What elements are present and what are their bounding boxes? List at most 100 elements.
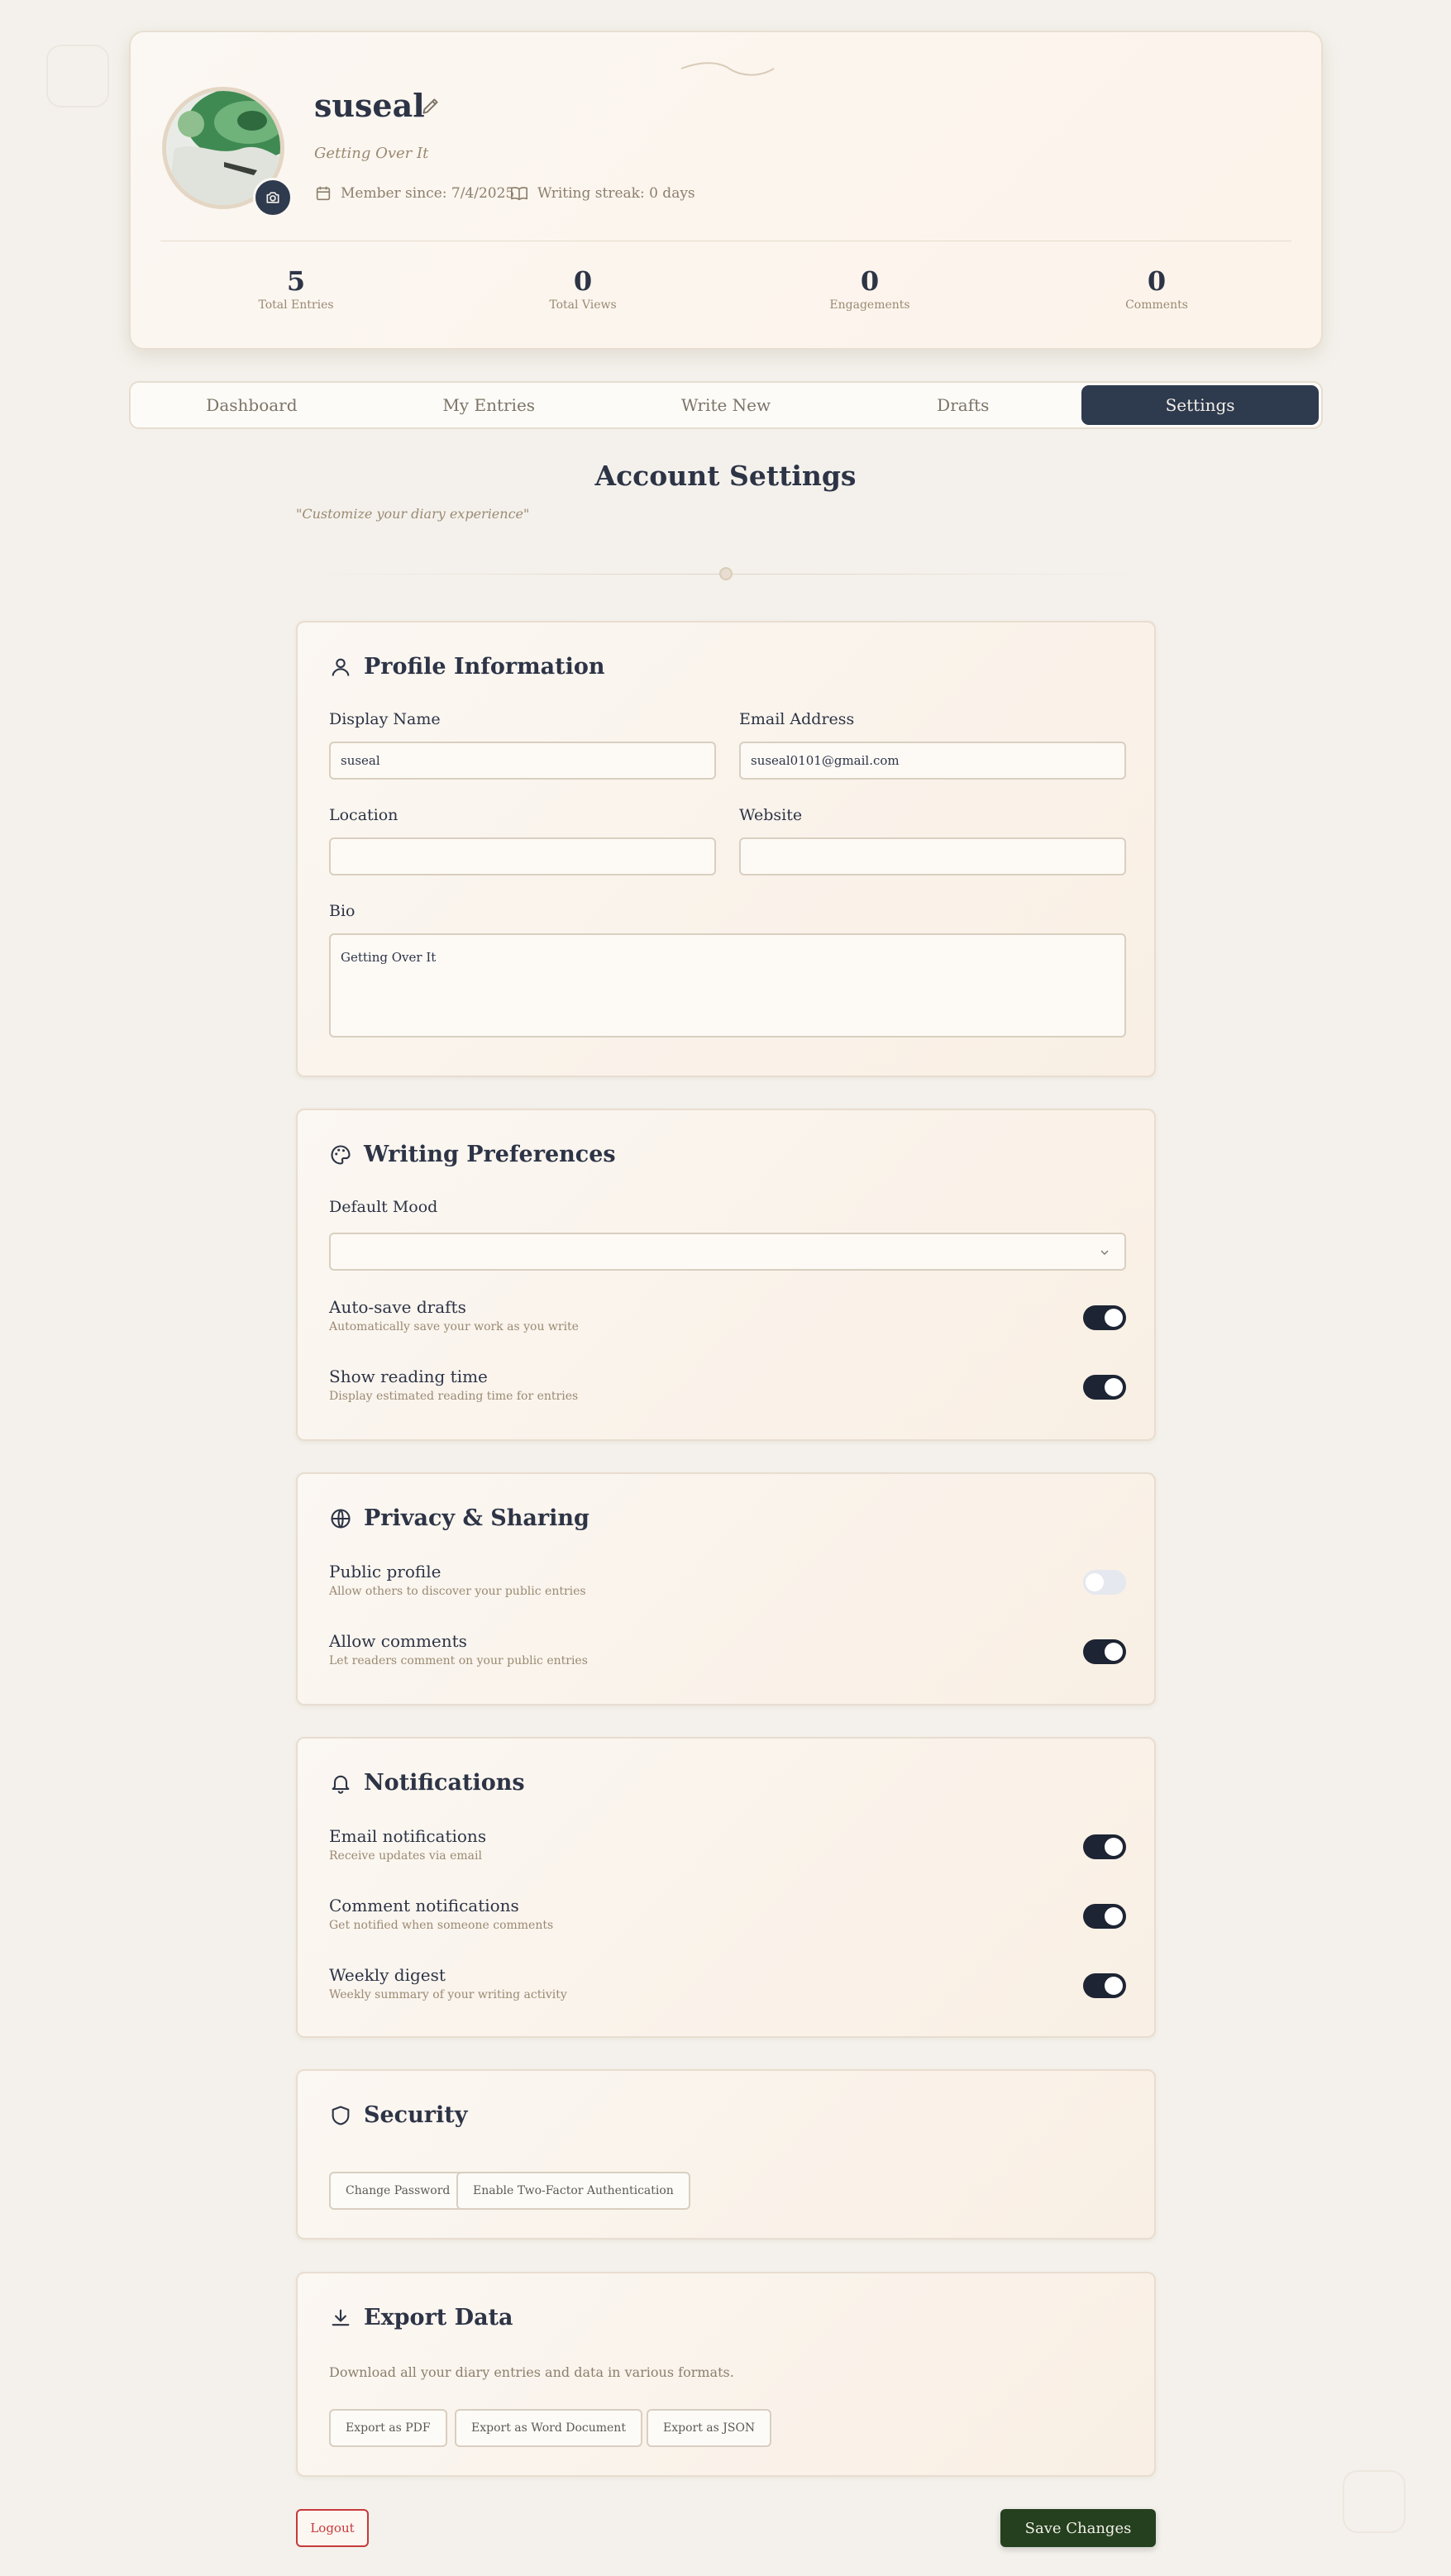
toggle-description: Automatically save your work as you writ… — [329, 1320, 579, 1333]
export-description: Download all your diary entries and data… — [329, 2364, 734, 2380]
tab-write-new[interactable]: Write New — [608, 385, 845, 425]
toggle-row-weekly-digest: Weekly digest Weekly summary of your wri… — [329, 1965, 1126, 2001]
globe-icon — [331, 1508, 351, 1529]
section-title-text: Export Data — [364, 2305, 513, 2330]
section-title-text: Security — [364, 2102, 468, 2128]
profile-tagline: Getting Over It — [314, 145, 429, 162]
camera-icon — [266, 192, 279, 203]
pencil-icon[interactable] — [420, 95, 442, 117]
username: suseal — [314, 87, 425, 124]
display-name-input[interactable]: suseal — [329, 742, 716, 780]
stat-label: Total Entries — [258, 298, 334, 312]
tab-my-entries[interactable]: My Entries — [370, 385, 608, 425]
location-input[interactable] — [329, 837, 716, 875]
reading-time-toggle[interactable] — [1083, 1375, 1126, 1400]
bell-icon — [332, 1775, 350, 1794]
public-profile-toggle[interactable] — [1083, 1570, 1126, 1595]
swirl-ornament — [680, 62, 775, 76]
section-title: Notifications — [329, 1770, 525, 1796]
section-title: Writing Preferences — [329, 1142, 616, 1167]
privacy-sharing-card: Privacy & Sharing Public profile Allow o… — [296, 1472, 1156, 1705]
change-avatar-button[interactable] — [253, 178, 293, 217]
logout-button[interactable]: Logout — [296, 2509, 369, 2547]
toggle-description: Weekly summary of your writing activity — [329, 1988, 567, 2001]
toggle-description: Allow others to discover your public ent… — [329, 1585, 586, 1598]
toggle-row-auto-save: Auto-save drafts Automatically save your… — [329, 1297, 1126, 1333]
section-title: Privacy & Sharing — [329, 1505, 589, 1531]
member-since-text: Member since: 7/4/2025 — [341, 185, 515, 202]
toggle-label: Comment notifications — [329, 1896, 519, 1915]
stat-value: 0 — [573, 265, 593, 297]
tab-settings[interactable]: Settings — [1081, 385, 1319, 425]
enable-2fa-button[interactable]: Enable Two-Factor Authentication — [456, 2172, 690, 2210]
toggle-description: Let readers comment on your public entri… — [329, 1654, 588, 1667]
toggle-row-email-notifications: Email notifications Receive updates via … — [329, 1826, 1126, 1863]
stat-engagements: 0 Engagements — [787, 265, 952, 312]
user-icon — [332, 658, 350, 676]
calendar-icon — [316, 186, 331, 201]
writing-streak: Writing streak: 0 days — [509, 184, 695, 203]
stat-total-views: 0 Total Views — [500, 265, 666, 312]
decorative-frame — [1343, 2470, 1406, 2533]
section-title-text: Writing Preferences — [364, 1142, 616, 1167]
save-changes-button[interactable]: Save Changes — [1000, 2509, 1156, 2547]
default-mood-select[interactable] — [329, 1233, 1126, 1271]
default-mood-label: Default Mood — [329, 1198, 438, 1216]
page-title: Account Settings — [594, 460, 857, 492]
toggle-label: Email notifications — [329, 1826, 487, 1846]
tab-dashboard[interactable]: Dashboard — [133, 385, 370, 425]
section-title-text: Privacy & Sharing — [364, 1505, 589, 1531]
change-password-button[interactable]: Change Password — [329, 2172, 467, 2210]
page-subtitle: "Customize your diary experience" — [296, 506, 530, 522]
palette-icon — [331, 1144, 351, 1165]
section-title: Profile Information — [329, 654, 605, 680]
profile-card: suseal Getting Over It Member since: 7/4… — [129, 31, 1323, 350]
toggle-row-allow-comments: Allow comments Let readers comment on yo… — [329, 1631, 1126, 1667]
auto-save-toggle[interactable] — [1083, 1305, 1126, 1330]
writing-streak-text: Writing streak: 0 days — [537, 185, 695, 202]
chevron-down-icon — [1100, 1250, 1109, 1255]
profile-information-card: Profile Information Display Name suseal … — [296, 621, 1156, 1077]
email-notifications-toggle[interactable] — [1083, 1834, 1126, 1859]
email-input[interactable]: suseal0101@gmail.com — [739, 742, 1126, 780]
export-json-button[interactable]: Export as JSON — [647, 2409, 772, 2447]
section-title-text: Notifications — [364, 1770, 525, 1796]
stat-value: 5 — [286, 265, 306, 297]
toggle-label: Allow comments — [329, 1631, 467, 1651]
stat-comments: 0 Comments — [1074, 265, 1239, 312]
writing-preferences-card: Writing Preferences Default Mood Auto-sa… — [296, 1109, 1156, 1441]
bio-label: Bio — [329, 902, 356, 920]
download-icon — [332, 2309, 350, 2326]
main-tabs: Dashboard My Entries Write New Drafts Se… — [129, 381, 1323, 429]
weekly-digest-toggle[interactable] — [1083, 1973, 1126, 1998]
allow-comments-toggle[interactable] — [1083, 1639, 1126, 1664]
stat-label: Comments — [1125, 298, 1188, 312]
location-label: Location — [329, 806, 399, 824]
email-label: Email Address — [739, 710, 855, 728]
export-word-button[interactable]: Export as Word Document — [455, 2409, 642, 2447]
tab-drafts[interactable]: Drafts — [844, 385, 1081, 425]
stat-total-entries: 5 Total Entries — [213, 265, 379, 312]
toggle-label: Public profile — [329, 1562, 442, 1581]
security-card: Security Change Password Enable Two-Fact… — [296, 2069, 1156, 2240]
divider-ornament — [719, 567, 733, 580]
toggle-description: Get notified when someone comments — [329, 1919, 554, 1932]
toggle-label: Auto-save drafts — [329, 1297, 466, 1317]
member-since: Member since: 7/4/2025 — [314, 184, 514, 203]
toggle-row-public-profile: Public profile Allow others to discover … — [329, 1562, 1126, 1598]
section-title: Security — [329, 2102, 467, 2128]
stat-label: Total Views — [549, 298, 617, 312]
display-name-label: Display Name — [329, 710, 441, 728]
section-title: Export Data — [329, 2305, 513, 2330]
section-title-text: Profile Information — [364, 654, 605, 680]
notifications-card: Notifications Email notifications Receiv… — [296, 1737, 1156, 2038]
toggle-row-reading-time: Show reading time Display estimated read… — [329, 1367, 1126, 1403]
comment-notifications-toggle[interactable] — [1083, 1904, 1126, 1929]
website-input[interactable] — [739, 837, 1126, 875]
export-pdf-button[interactable]: Export as PDF — [329, 2409, 447, 2447]
bio-textarea[interactable]: Getting Over It — [329, 933, 1126, 1038]
toggle-label: Weekly digest — [329, 1965, 446, 1985]
decorative-frame — [46, 45, 109, 107]
book-open-icon — [511, 187, 527, 201]
stat-value: 0 — [1147, 265, 1167, 297]
